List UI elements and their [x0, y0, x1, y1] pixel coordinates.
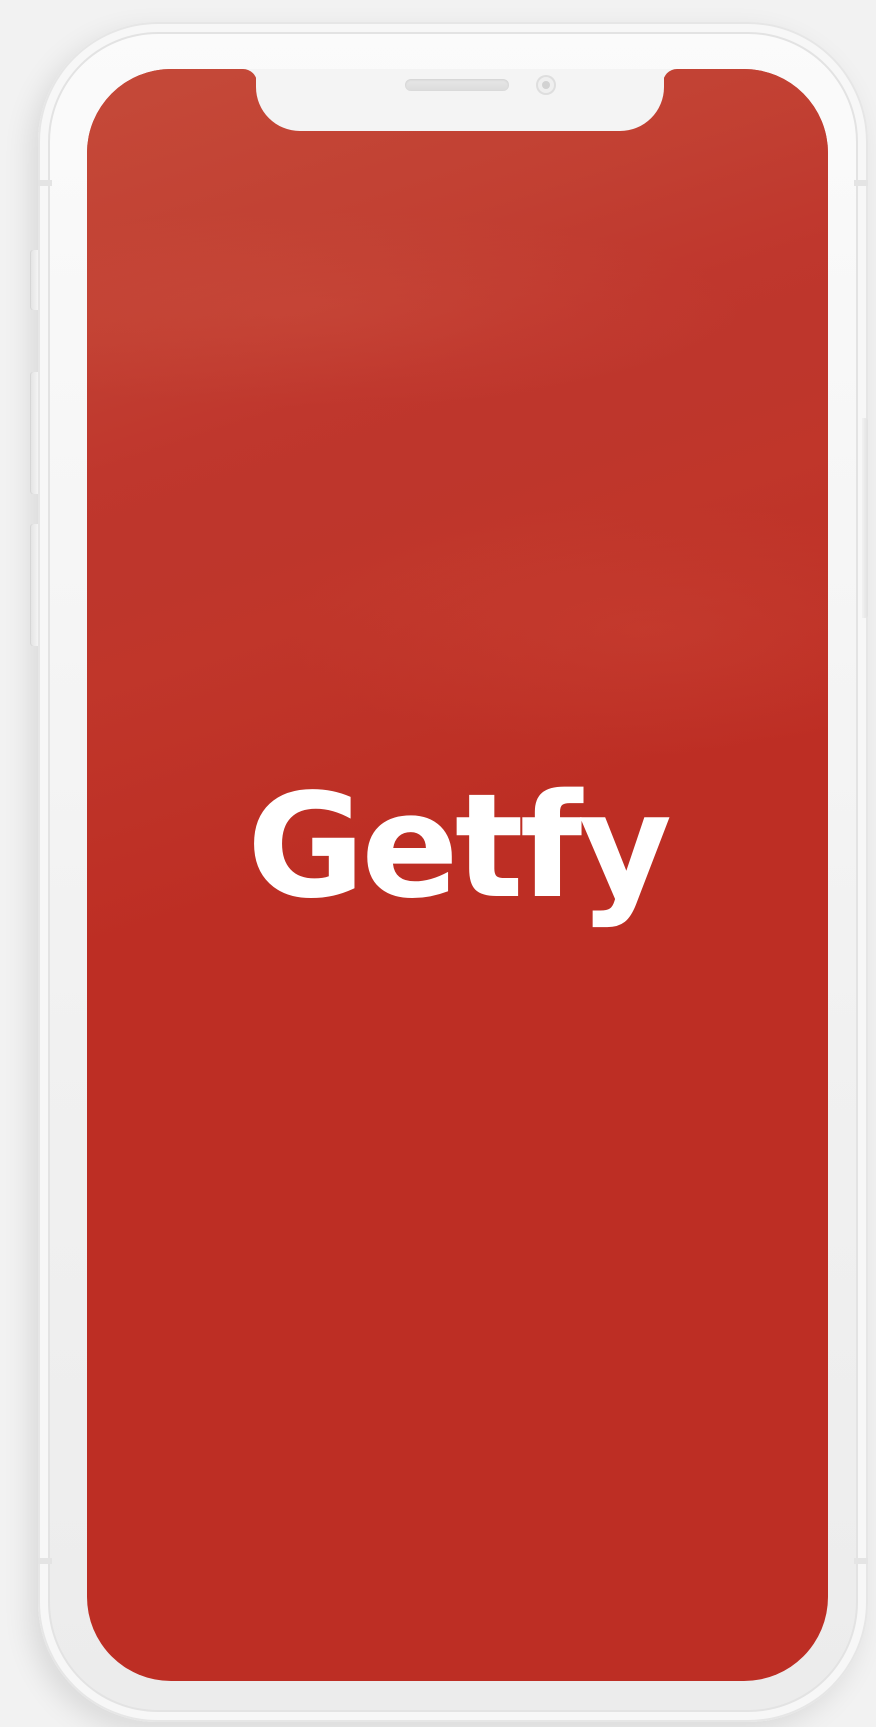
speaker-grille — [405, 79, 509, 91]
notch-corner — [243, 69, 257, 83]
antenna-band — [854, 180, 868, 186]
antenna-band — [38, 1558, 52, 1564]
antenna-band — [38, 180, 52, 186]
splash-screen: Getfy — [87, 69, 828, 1681]
app-logo-title: Getfy — [246, 762, 672, 930]
device-mockup: Getfy — [0, 0, 876, 1727]
notch-corner — [663, 69, 677, 83]
volume-up-button — [30, 372, 38, 494]
front-camera-icon — [536, 75, 556, 95]
silent-switch — [30, 250, 38, 310]
antenna-band — [854, 1558, 868, 1564]
volume-down-button — [30, 524, 38, 646]
power-button — [862, 418, 868, 618]
